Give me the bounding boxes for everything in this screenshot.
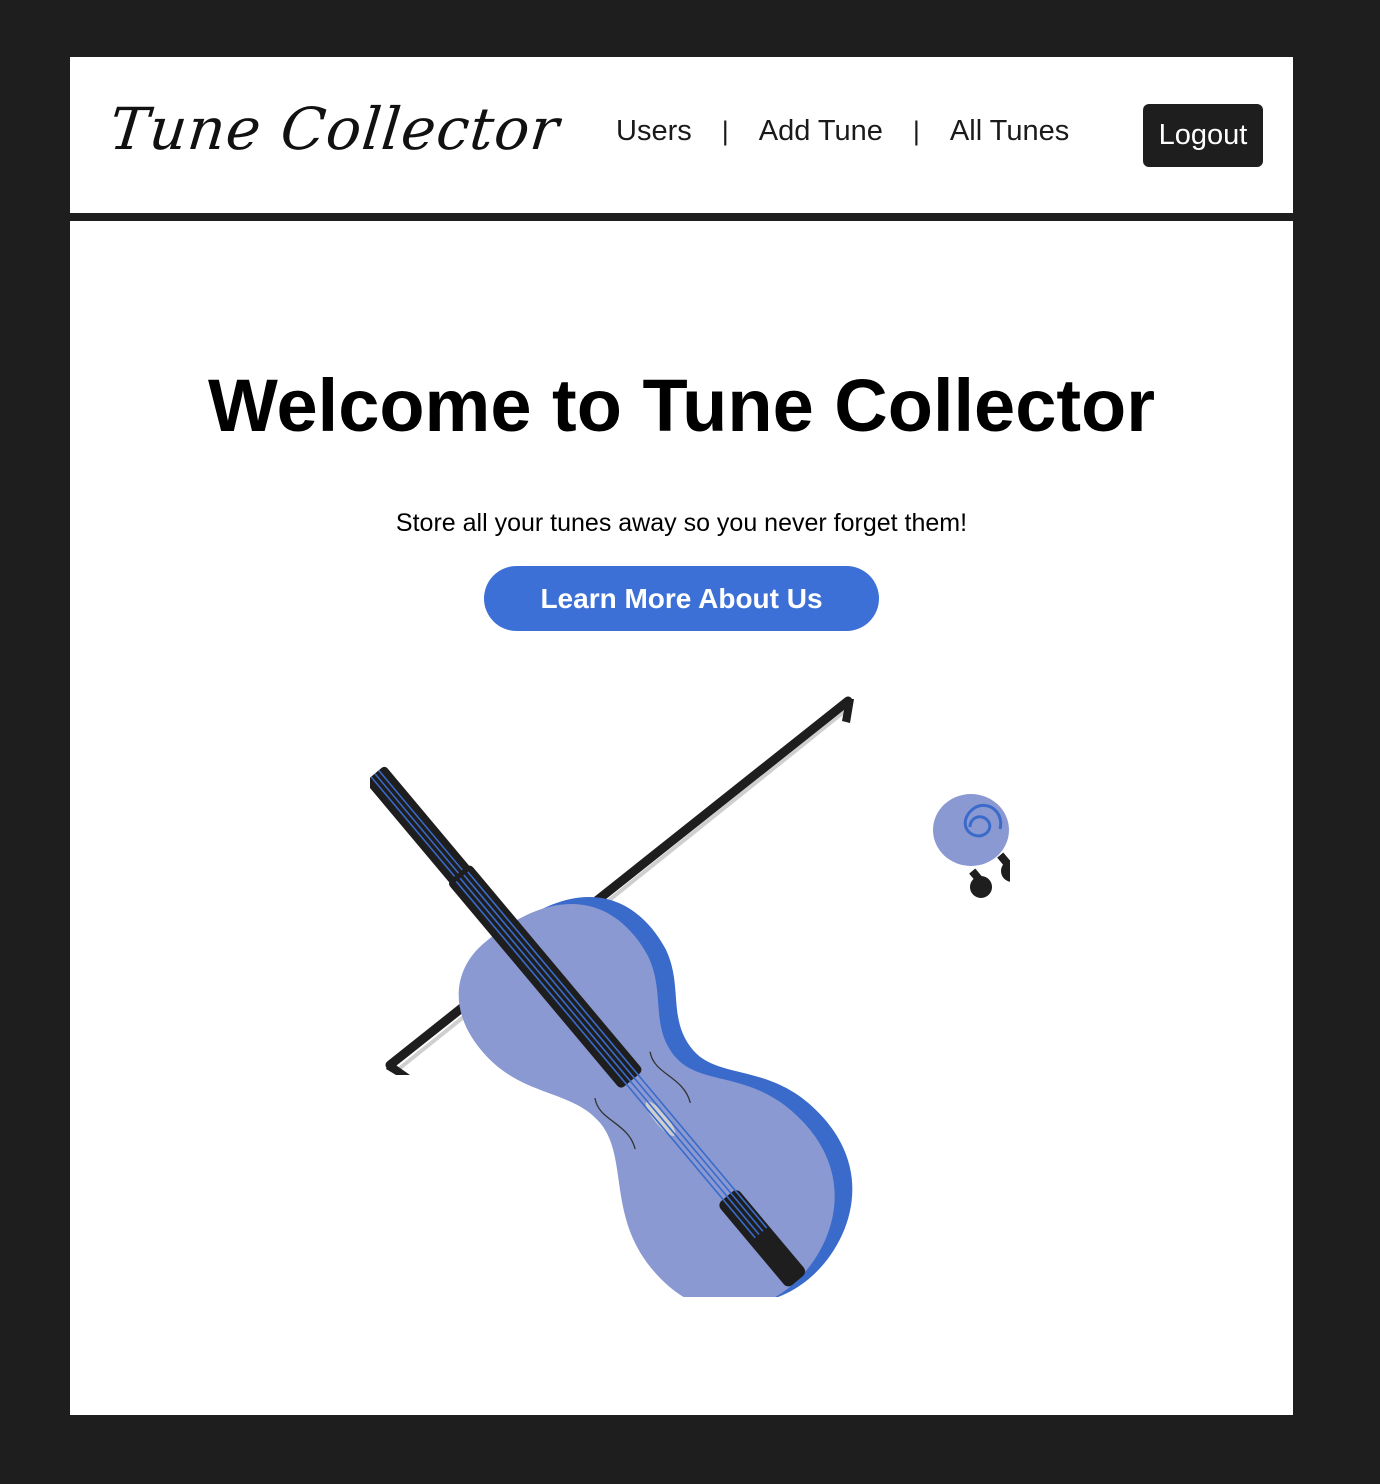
nav-links: Users | Add Tune | All Tunes	[616, 115, 1069, 148]
navbar: Tune Collector Users | Add Tune | All Tu…	[70, 57, 1293, 221]
hero-title: Welcome to Tune Collector	[207, 364, 1156, 447]
hero-subtitle: Store all your tunes away so you never f…	[395, 509, 968, 537]
logout-button[interactable]: Logout	[1143, 104, 1263, 167]
violin-body	[366, 766, 853, 1310]
nav-link-all-tunes[interactable]: All Tunes	[950, 115, 1069, 148]
learn-more-button[interactable]: Learn More About Us	[484, 566, 879, 631]
violin-icon	[366, 696, 1023, 1310]
nav-separator: |	[912, 116, 920, 146]
page-container: Tune Collector Users | Add Tune | All Tu…	[70, 57, 1293, 1415]
brand-logo[interactable]: Tune Collector	[106, 95, 562, 163]
violin-illustration	[366, 677, 1023, 1310]
nav-link-users[interactable]: Users	[616, 115, 692, 148]
nav-separator: |	[721, 116, 729, 146]
nav-link-add-tune[interactable]: Add Tune	[759, 115, 883, 148]
violin-scroll	[933, 794, 1023, 898]
